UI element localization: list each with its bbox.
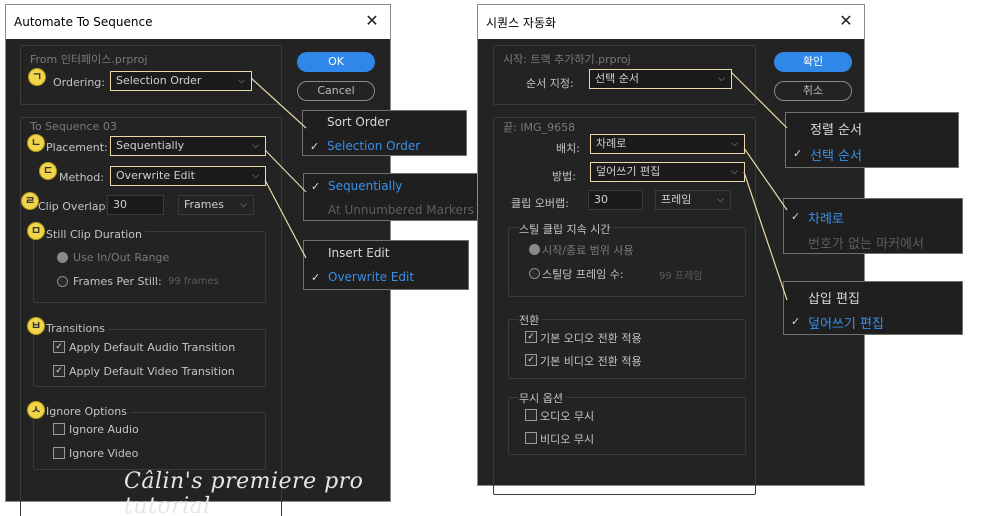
callout-connector-lines	[250, 71, 788, 301]
connector-method-en	[264, 179, 307, 259]
connector-ordering-en	[250, 77, 307, 129]
connector-placement-en	[264, 149, 307, 193]
connector-placement-ko	[743, 147, 788, 211]
connector-method-ko	[743, 171, 788, 301]
connector-ordering-ko	[730, 71, 788, 129]
